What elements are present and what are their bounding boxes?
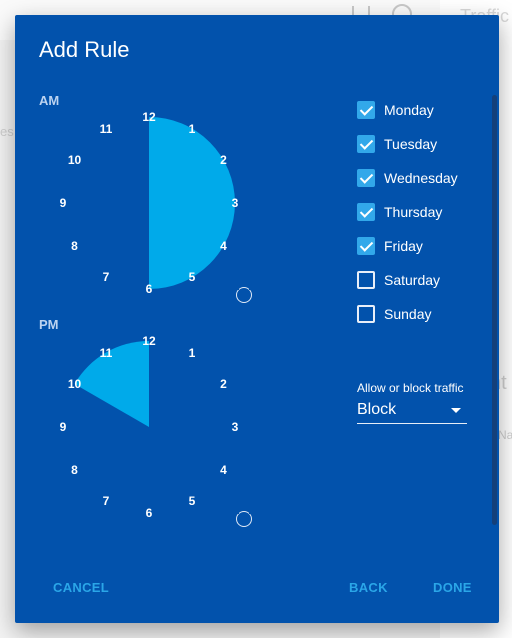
day-label: Saturday — [384, 272, 441, 288]
checkbox-empty-icon[interactable] — [357, 305, 375, 323]
clock-number-6[interactable]: 6 — [137, 506, 161, 520]
clock-number-11[interactable]: 11 — [94, 122, 118, 136]
day-checkbox-monday[interactable]: Monday — [357, 99, 487, 121]
done-button[interactable]: DONE — [433, 580, 472, 595]
clock-number-2[interactable]: 2 — [211, 377, 235, 391]
dialog-title: Add Rule — [39, 37, 130, 62]
clock-number-12[interactable]: 12 — [137, 110, 161, 124]
day-checkbox-friday[interactable]: Friday — [357, 235, 487, 257]
traffic-label: Allow or block traffic — [357, 381, 464, 395]
checkbox-checked-icon[interactable] — [357, 135, 375, 153]
clock-number-5[interactable]: 5 — [180, 494, 204, 508]
background-text: Nar — [498, 428, 512, 442]
clock-number-7[interactable]: 7 — [94, 270, 118, 284]
day-checkbox-tuesday[interactable]: Tuesday — [357, 133, 487, 155]
checkbox-checked-icon[interactable] — [357, 203, 375, 221]
clock-number-2[interactable]: 2 — [211, 153, 235, 167]
traffic-value: Block — [357, 401, 397, 418]
scrollbar[interactable] — [492, 95, 497, 525]
cancel-button[interactable]: CANCEL — [53, 580, 109, 595]
traffic-select[interactable]: Block — [357, 399, 467, 424]
clock-number-1[interactable]: 1 — [180, 346, 204, 360]
day-label: Wednesday — [384, 170, 458, 186]
clock-number-3[interactable]: 3 — [223, 196, 247, 210]
day-label: Thursday — [384, 204, 443, 220]
back-button[interactable]: BACK — [349, 580, 388, 595]
add-rule-dialog: Add Rule AM 12 1 2 3 4 5 6 7 8 9 10 11 PM 12 1 2 3 4 5 6 7… — [15, 15, 499, 623]
clock-number-4[interactable]: 4 — [211, 239, 235, 253]
pm-clock-toggle-icon[interactable] — [235, 510, 253, 527]
dropdown-caret-icon[interactable] — [451, 408, 461, 413]
day-label: Friday — [384, 238, 423, 254]
clock-number-6[interactable]: 6 — [137, 282, 161, 296]
checkbox-checked-icon[interactable] — [357, 237, 375, 255]
day-label: Monday — [384, 102, 434, 118]
pm-clock[interactable]: PM 12 1 2 3 4 5 6 7 8 9 10 11 — [39, 317, 263, 537]
clock-number-12[interactable]: 12 — [137, 334, 161, 348]
background-text: es — [0, 124, 14, 139]
checkbox-empty-icon[interactable] — [357, 271, 375, 289]
clock-number-3[interactable]: 3 — [223, 420, 247, 434]
day-checkbox-saturday[interactable]: Saturday — [357, 269, 487, 291]
day-label: Tuesday — [384, 136, 438, 152]
am-clock[interactable]: AM 12 1 2 3 4 5 6 7 8 9 10 11 — [39, 93, 263, 313]
clock-number-7[interactable]: 7 — [94, 494, 118, 508]
clock-number-10[interactable]: 10 — [63, 153, 87, 167]
clock-number-8[interactable]: 8 — [63, 463, 87, 477]
clock-number-5[interactable]: 5 — [180, 270, 204, 284]
traffic-select-field[interactable]: Allow or block traffic Block — [357, 381, 467, 424]
day-checkbox-thursday[interactable]: Thursday — [357, 201, 487, 223]
day-checkbox-sunday[interactable]: Sunday — [357, 303, 487, 325]
clock-number-9[interactable]: 9 — [51, 196, 75, 210]
checkbox-checked-icon[interactable] — [357, 169, 375, 187]
day-label: Sunday — [384, 306, 432, 322]
day-checkbox-wednesday[interactable]: Wednesday — [357, 167, 487, 189]
clock-number-8[interactable]: 8 — [63, 239, 87, 253]
clock-number-4[interactable]: 4 — [211, 463, 235, 477]
clock-number-11[interactable]: 11 — [94, 346, 118, 360]
am-clock-toggle-icon[interactable] — [235, 286, 253, 303]
clock-number-10[interactable]: 10 — [63, 377, 87, 391]
clock-number-9[interactable]: 9 — [51, 420, 75, 434]
clock-number-1[interactable]: 1 — [180, 122, 204, 136]
checkbox-checked-icon[interactable] — [357, 101, 375, 119]
